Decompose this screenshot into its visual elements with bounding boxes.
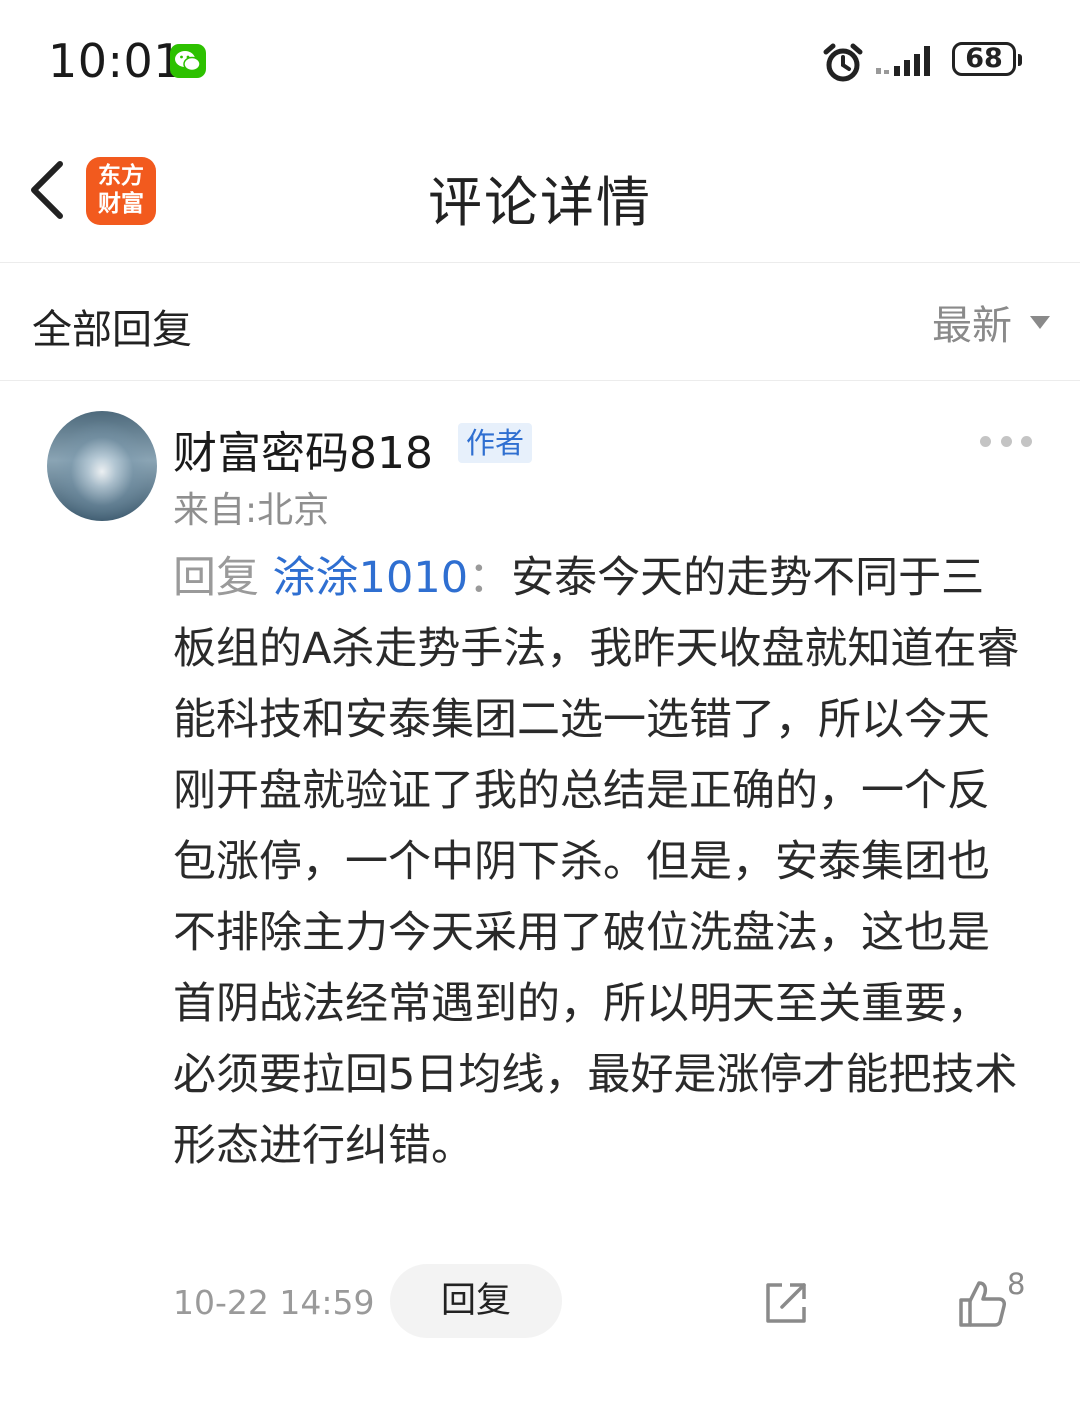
location: 来自:北京 [173,490,330,531]
username[interactable]: 财富密码818 [173,417,433,481]
status-bar: 10:01 68 [0,0,1080,120]
reply-target-user[interactable]: 涂涂1010 [273,553,468,603]
page-title: 评论详情 [428,171,652,234]
more-options-button[interactable] [980,431,1032,451]
author-badge: 作者 [458,423,533,463]
reply-colon: ： [468,553,512,603]
battery-icon: 68 [952,42,1022,76]
reply-prefix: 回复 [173,553,259,603]
sort-label: 最新 [932,303,1012,349]
status-time: 10:01 [48,34,184,88]
caret-down-icon [1030,315,1050,329]
nav-bar: 东方 财富 评论详情 [0,120,1080,263]
comment-body: 回复 涂涂1010：安泰今天的走势不同于三板组的A杀走势手法，我昨天收盘就知道在… [173,543,1023,1182]
avatar[interactable] [47,411,157,521]
more-dot [1000,435,1012,447]
alarm-icon [822,42,864,84]
battery-level: 68 [965,43,1003,74]
reply-button[interactable]: 回复 [390,1264,562,1338]
share-icon[interactable] [762,1279,810,1327]
comment-timestamp: 10-22 14:59 [173,1283,375,1322]
more-dot [1021,435,1032,447]
comment-text: 安泰今天的走势不同于三板组的A杀走势手法，我昨天收盘就知道在睿能科技和安泰集团二… [173,553,1020,1171]
wechat-icon [170,44,206,78]
filter-bar: 全部回复 最新 [0,263,1080,381]
signal-icon [874,42,940,82]
comment-footer: 10-22 14:59 回复 8 [0,1261,1080,1341]
more-dot [980,435,991,447]
like-count: 8 [1007,1267,1026,1301]
all-replies-title: 全部回复 [32,307,192,353]
sort-dropdown[interactable]: 最新 [932,297,1050,349]
thumbs-up-icon[interactable] [958,1279,1008,1329]
comment-item: 财富密码818 作者 来自:北京 回复 涂涂1010：安泰今天的走势不同于三板组… [0,381,1080,1381]
